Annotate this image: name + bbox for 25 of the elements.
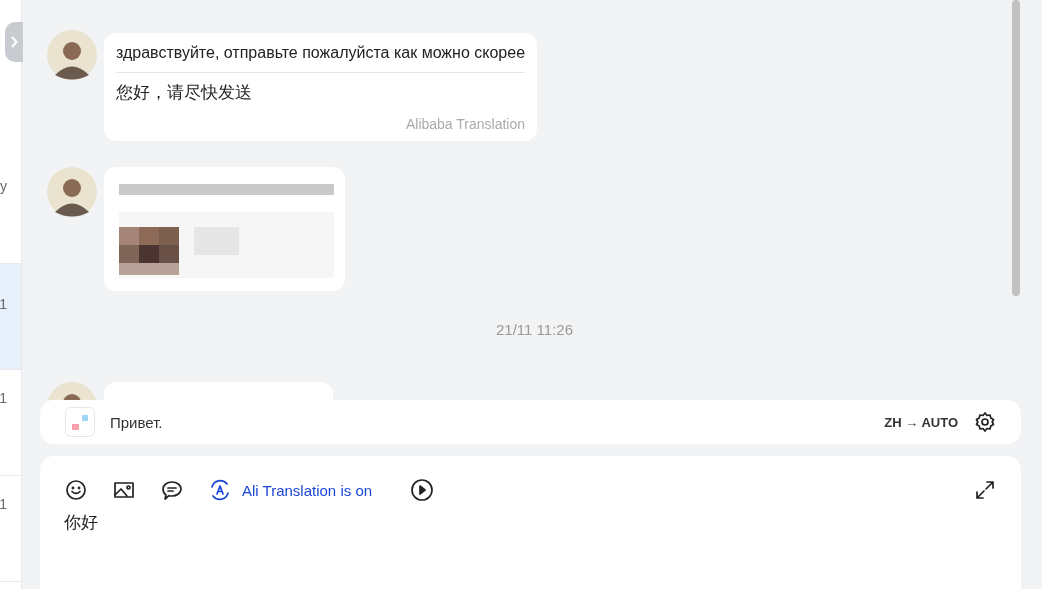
translation-status[interactable]: Ali Translation is on <box>242 481 373 499</box>
translator-logo-icon <box>65 407 95 437</box>
message-input[interactable]: 你好 <box>64 512 364 532</box>
collapse-handle[interactable] <box>5 22 23 62</box>
translation-preview: Привет. <box>110 413 164 431</box>
timestamp: 21/11 11:26 <box>496 321 573 338</box>
translated-text: 您好，请尽快发送 <box>116 81 253 104</box>
avatar <box>47 167 97 217</box>
chevron-right-icon <box>10 36 18 48</box>
translate-icon[interactable] <box>208 478 232 502</box>
expand-icon[interactable] <box>973 478 997 502</box>
conversation-text: 1 <box>0 390 7 408</box>
chat-bubble-icon[interactable] <box>160 478 184 502</box>
translation-source: Alibaba Translation <box>404 116 526 132</box>
scrollbar[interactable] <box>1012 0 1020 296</box>
conversation-text: 1 <box>0 296 7 314</box>
conversation-item[interactable]: 1 <box>0 264 21 370</box>
message-text: здравствуйте, отправьте пожалуйста как можно скорее <box>116 42 526 73</box>
language-pair[interactable]: ZH → AUTO <box>884 414 958 430</box>
avatar <box>47 30 97 80</box>
conversation-text: y <box>0 178 7 196</box>
emoji-icon[interactable] <box>64 478 88 502</box>
conversation-text: 1 <box>0 496 7 514</box>
play-icon[interactable] <box>410 478 435 502</box>
settings-icon[interactable] <box>973 410 997 434</box>
